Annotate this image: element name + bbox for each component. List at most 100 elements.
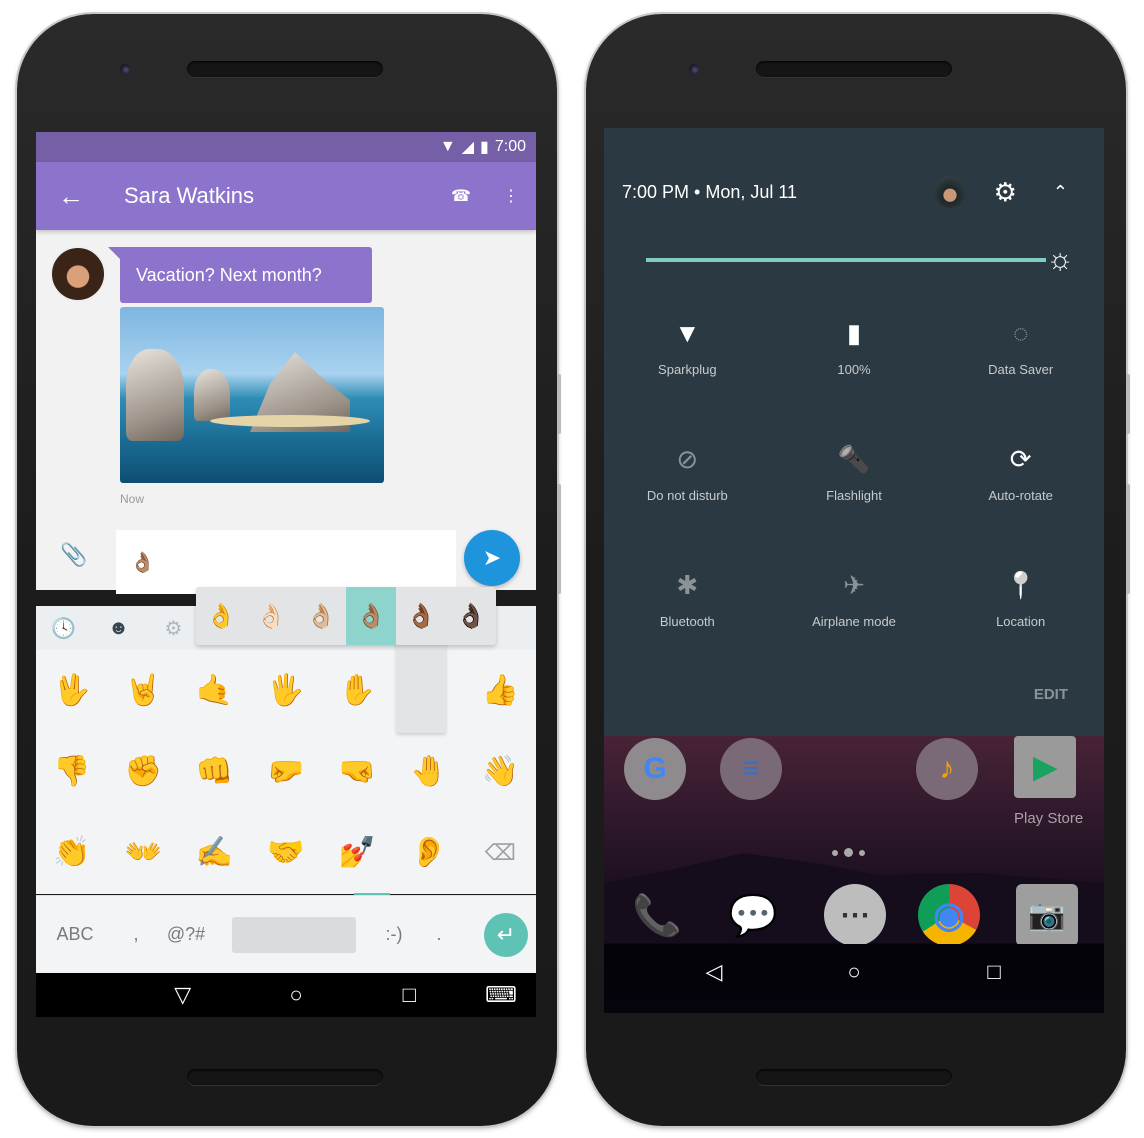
emoji-key[interactable]: 🤜 [339,756,376,787]
abc-key[interactable]: ABC [36,924,114,945]
emoji-key[interactable]: 👋 [482,756,519,787]
wifi-icon: ▼ [674,318,701,348]
emoji-key[interactable]: ✊ [124,756,161,787]
message-timestamp: Now [120,492,145,506]
symbols-key[interactable]: @?# [158,924,214,945]
home-nav-icon[interactable]: ○ [784,959,924,985]
emoji-key[interactable]: 🤚 [410,756,447,787]
emoji-key[interactable]: ✋ [339,675,376,706]
tile-auto-rotate[interactable]: ⟳ Auto-rotate [937,444,1104,512]
play-store-app-icon[interactable]: ▶ [1014,736,1076,798]
chrome-app-icon[interactable]: ◉ [918,884,980,946]
enter-key-icon[interactable]: ↵ [484,912,528,957]
app-drawer-icon[interactable]: ⋯ [824,884,886,946]
tile-do-not-disturb[interactable]: ⊘ Do not disturb [604,444,771,512]
google-app-icon[interactable]: G [624,738,686,800]
period-key[interactable]: . [414,924,464,945]
docs-app-icon[interactable]: ≡ [720,738,782,800]
emoji-key[interactable]: 👐 [124,838,161,868]
photo-rock [126,349,184,441]
quick-settings-tiles: ▼ Sparkplug ▮ 100% ◌ Data Saver ⊘ Do not… [604,318,1104,638]
brightness-thumb-icon[interactable]: ☼ [1044,244,1076,276]
tile-airplane-mode[interactable]: ✈ Airplane mode [771,570,938,638]
more-options-icon[interactable]: ⋮ [486,186,536,206]
collapse-chevron-icon[interactable]: ⌃ [1053,182,1068,203]
brightness-slider-fill [646,258,1046,262]
settings-gear-icon[interactable]: ⚙ [994,177,1017,208]
emoji-key[interactable]: 👊 [196,756,233,787]
do-not-disturb-icon: ⊘ [676,444,699,474]
smileys-tab-icon[interactable]: ☻ [91,617,146,640]
skin-tone-option[interactable]: 👌🏾 [396,587,446,645]
flashlight-icon: 🔦 [837,444,871,474]
nature-tab-icon[interactable]: ⚙ [146,616,201,641]
send-button[interactable]: ➤ [464,530,520,586]
keyboard-switch-icon[interactable]: ⌨ [466,982,536,1008]
page-indicator [832,848,865,857]
bottom-speaker [187,1069,383,1085]
messaging-screen: ▼ ◢ ▮ 7:00 ← Sara Watkins ☎ ⋮ Vacation? … [36,132,536,1017]
skin-tone-option[interactable]: 👌 [196,587,246,645]
comma-key[interactable]: , [114,924,158,945]
top-speaker [187,61,383,77]
emoji-key[interactable]: 🤝 [267,838,304,868]
recent-tab-icon[interactable]: 🕓 [36,616,91,641]
home-nav-icon[interactable]: ○ [239,982,352,1008]
skin-tone-option[interactable]: 👌🏼 [296,587,346,645]
tile-label: Sparkplug [658,362,717,377]
skin-tone-picker-stem [396,637,446,733]
page-dot-current [844,848,853,857]
messages-app-icon[interactable]: 💬 [722,884,784,946]
tile-label: Flashlight [826,488,882,503]
edit-button[interactable]: EDIT [1034,686,1068,703]
space-key[interactable] [232,916,356,953]
power-button [557,374,561,434]
auto-rotate-icon: ⟳ [1009,444,1032,474]
tile-wifi[interactable]: ▼ Sparkplug [604,318,771,386]
camera-app-icon[interactable]: 📷 [1016,884,1078,946]
phone-app-icon[interactable]: 📞 [626,884,688,946]
contact-avatar[interactable] [50,246,106,302]
location-pin-icon: 📍 [1004,570,1037,600]
quick-settings-panel: 7:00 PM • Mon, Jul 11 ⚙ ⌃ ☼ ▼ Sparkplug … [604,128,1104,736]
emoji-key[interactable]: 🤛 [267,756,304,787]
user-avatar[interactable] [933,176,966,208]
emoji-key[interactable]: 👂 [410,838,447,868]
volume-button [1126,484,1130,594]
message-bubble: Vacation? Next month? [108,247,372,303]
tile-location[interactable]: 📍 Location [937,570,1104,638]
emoji-key[interactable]: 🤘 [124,675,161,706]
message-input[interactable]: 👌🏽 [116,530,456,594]
recents-nav-icon[interactable]: □ [353,982,466,1008]
emoji-grid: 🖖 🤘 🤙 🖐 ✋ 👍 👎 ✊ 👊 🤛 🤜 🤚 👋 👏 👐 ✍ 🤝 💅 👂 ⌫ [36,650,536,894]
emoji-key[interactable]: 👎 [53,756,90,787]
emoji-key[interactable]: 👏 [53,838,90,868]
emoji-key[interactable]: 🤙 [196,675,233,706]
skin-tone-option-selected[interactable]: 👌🏽 [346,587,396,645]
delete-key-icon[interactable]: ⌫ [485,840,516,866]
emoticon-key[interactable]: :-) [374,924,414,945]
emoji-key[interactable]: ✍ [196,838,233,868]
tile-flashlight[interactable]: 🔦 Flashlight [771,444,938,512]
tile-bluetooth[interactable]: ✱ Bluetooth [604,570,771,638]
skin-tone-option[interactable]: 👌🏻 [246,587,296,645]
brightness-slider[interactable]: ☼ [646,244,1074,276]
bottom-speaker [756,1069,952,1085]
call-icon[interactable]: ☎ [436,186,486,206]
emoji-key[interactable]: 🖐 [267,675,304,706]
tile-data-saver[interactable]: ◌ Data Saver [937,318,1104,386]
back-arrow-icon[interactable]: ← [36,181,106,212]
photo-beach [210,415,370,427]
skin-tone-option[interactable]: 👌🏿 [446,587,496,645]
emoji-key[interactable]: 👍 [482,675,519,706]
back-nav-icon[interactable]: ◁ [644,959,784,985]
shared-photo[interactable] [120,307,384,483]
emoji-key[interactable]: 💅 [339,838,376,868]
emoji-key[interactable]: 🖖 [53,675,90,706]
music-app-icon[interactable]: ♪ [916,738,978,800]
attach-icon[interactable]: 📎 [60,542,87,568]
back-nav-icon[interactable]: ▽ [126,982,239,1008]
tile-battery[interactable]: ▮ 100% [771,318,938,386]
page-dot [832,849,838,856]
recents-nav-icon[interactable]: □ [924,959,1064,985]
